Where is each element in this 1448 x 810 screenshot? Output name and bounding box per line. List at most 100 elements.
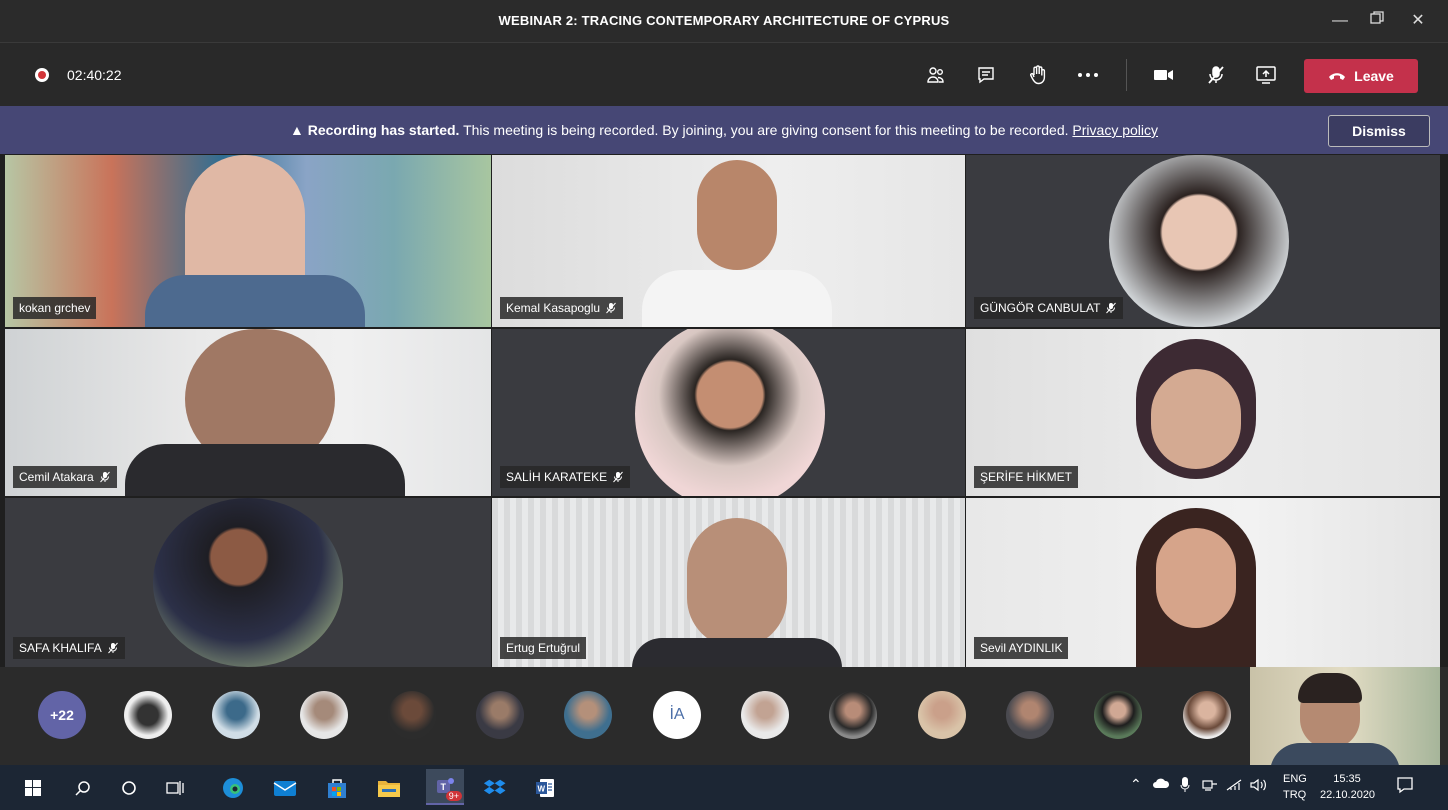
avatar[interactable] <box>388 691 436 739</box>
participant-photo <box>635 329 825 496</box>
close-icon[interactable]: ✕ <box>1403 6 1433 36</box>
edge-browser-icon[interactable] <box>218 773 248 803</box>
more-options-icon[interactable] <box>1072 59 1104 91</box>
banner-message: ▲ Recording has started. This meeting is… <box>0 122 1448 138</box>
participants-icon[interactable] <box>920 59 952 91</box>
overflow-count-avatar[interactable]: +22 <box>38 691 86 739</box>
banner-text: This meeting is being recorded. By joini… <box>459 122 1073 138</box>
mic-muted-icon <box>107 642 118 654</box>
onedrive-icon[interactable] <box>1152 777 1170 792</box>
share-screen-icon[interactable] <box>1250 59 1282 91</box>
self-view-video[interactable] <box>1250 667 1440 765</box>
language-bottom: TRQ <box>1283 789 1307 801</box>
leave-button[interactable]: Leave <box>1304 59 1418 93</box>
video-tile[interactable]: SALİH KARATEKE <box>492 329 965 496</box>
person-shirt <box>125 444 405 496</box>
window-title: WEBINAR 2: TRACING CONTEMPORARY ARCHITEC… <box>498 13 950 28</box>
recording-icon <box>35 68 49 82</box>
meeting-timer: 02:40:22 <box>67 67 122 83</box>
mail-icon[interactable] <box>270 773 300 803</box>
dismiss-button[interactable]: Dismiss <box>1328 115 1430 147</box>
avatar[interactable] <box>1183 691 1231 739</box>
banner-bold: Recording has started. <box>307 122 460 138</box>
dropbox-icon[interactable] <box>480 773 510 803</box>
store-icon[interactable] <box>322 773 352 803</box>
participant-nametag: GÜNGÖR CANBULAT <box>974 297 1124 319</box>
video-tile[interactable]: Sevil AYDINLIK <box>966 498 1440 667</box>
raise-hand-icon[interactable] <box>1022 59 1054 91</box>
avatar[interactable] <box>1006 691 1054 739</box>
recording-banner: ▲ Recording has started. This meeting is… <box>0 106 1448 154</box>
meeting-toolbar: 02:40:22 Leave <box>0 42 1448 107</box>
language-top: ENG <box>1283 773 1307 785</box>
person-shirt <box>642 270 832 327</box>
initials-avatar[interactable]: İA <box>653 691 701 739</box>
participant-nametag: Kemal Kasapoglu <box>500 297 624 319</box>
notifications-icon[interactable] <box>1396 776 1414 797</box>
participant-photo <box>153 498 343 667</box>
participant-nametag: Ertug Ertuğrul <box>500 637 587 659</box>
avatar[interactable] <box>741 691 789 739</box>
person-shirt <box>1270 743 1400 765</box>
chat-icon[interactable] <box>970 59 1002 91</box>
person-face <box>1151 369 1241 469</box>
volume-icon[interactable] <box>1250 778 1268 795</box>
search-icon[interactable] <box>68 773 98 803</box>
avatar[interactable] <box>1094 691 1142 739</box>
video-tile[interactable]: Kemal Kasapoglu <box>492 155 965 327</box>
hang-up-icon <box>1329 73 1346 80</box>
clock-date: 22.10.2020 <box>1320 789 1376 801</box>
video-tile[interactable]: GÜNGÖR CANBULAT <box>966 155 1440 327</box>
avatar[interactable] <box>124 691 172 739</box>
participant-nametag: Sevil AYDINLIK <box>974 637 1069 659</box>
mic-muted-icon <box>99 471 110 483</box>
privacy-policy-link[interactable]: Privacy policy <box>1072 122 1158 138</box>
avatar[interactable] <box>476 691 524 739</box>
leave-label: Leave <box>1354 68 1394 84</box>
video-tile[interactable]: kokan grchev <box>5 155 491 327</box>
avatar[interactable] <box>918 691 966 739</box>
clock-time: 15:35 <box>1333 773 1361 785</box>
svg-text:W: W <box>538 785 546 794</box>
input-language[interactable]: ENG TRQ <box>1283 771 1307 803</box>
cortana-icon[interactable] <box>114 773 144 803</box>
participant-nametag: kokan grchev <box>13 297 97 319</box>
word-icon[interactable]: W <box>530 773 560 803</box>
network-icon[interactable] <box>1202 778 1218 795</box>
participant-nametag: SALİH KARATEKE <box>500 466 631 488</box>
video-grid: kokan grchev Kemal Kasapoglu GÜNGÖR CANB… <box>5 155 1440 667</box>
show-hidden-icons[interactable]: ⌃ <box>1130 776 1142 793</box>
participant-photo <box>1109 155 1289 327</box>
mic-muted-icon <box>613 471 624 483</box>
restore-icon[interactable] <box>1362 6 1392 36</box>
mic-muted-icon <box>1106 302 1117 314</box>
participant-nametag: Cemil Atakara <box>13 466 117 488</box>
file-explorer-icon[interactable] <box>374 773 404 803</box>
minimize-icon[interactable]: — <box>1325 6 1355 36</box>
teams-notification-badge: 9+ <box>445 791 462 801</box>
clock[interactable]: 15:35 22.10.2020 <box>1320 771 1376 803</box>
avatar[interactable] <box>212 691 260 739</box>
avatar[interactable] <box>829 691 877 739</box>
person-silhouette <box>697 160 777 270</box>
title-bar: WEBINAR 2: TRACING CONTEMPORARY ARCHITEC… <box>0 0 1448 42</box>
participant-nametag: ŞERİFE HİKMET <box>974 466 1079 488</box>
teams-taskbar-button[interactable]: T 9+ <box>426 769 464 805</box>
toolbar-divider <box>1126 59 1127 91</box>
video-tile[interactable]: SAFA KHALIFA <box>5 498 491 667</box>
task-view-icon[interactable] <box>160 773 190 803</box>
avatar[interactable] <box>564 691 612 739</box>
microphone-tray-icon[interactable] <box>1180 777 1190 796</box>
person-hair <box>1298 673 1362 703</box>
video-tile[interactable]: Ertug Ertuğrul <box>492 498 965 667</box>
video-tile[interactable]: Cemil Atakara <box>5 329 491 496</box>
avatar[interactable] <box>300 691 348 739</box>
windows-start-icon[interactable] <box>18 773 48 803</box>
svg-text:T: T <box>441 782 447 792</box>
person-shirt <box>632 638 842 667</box>
wifi-icon[interactable] <box>1226 778 1242 795</box>
video-tile[interactable]: ŞERİFE HİKMET <box>966 329 1440 496</box>
mic-muted-icon[interactable] <box>1200 59 1232 91</box>
camera-icon[interactable] <box>1148 59 1180 91</box>
participant-nametag: SAFA KHALIFA <box>13 637 125 659</box>
